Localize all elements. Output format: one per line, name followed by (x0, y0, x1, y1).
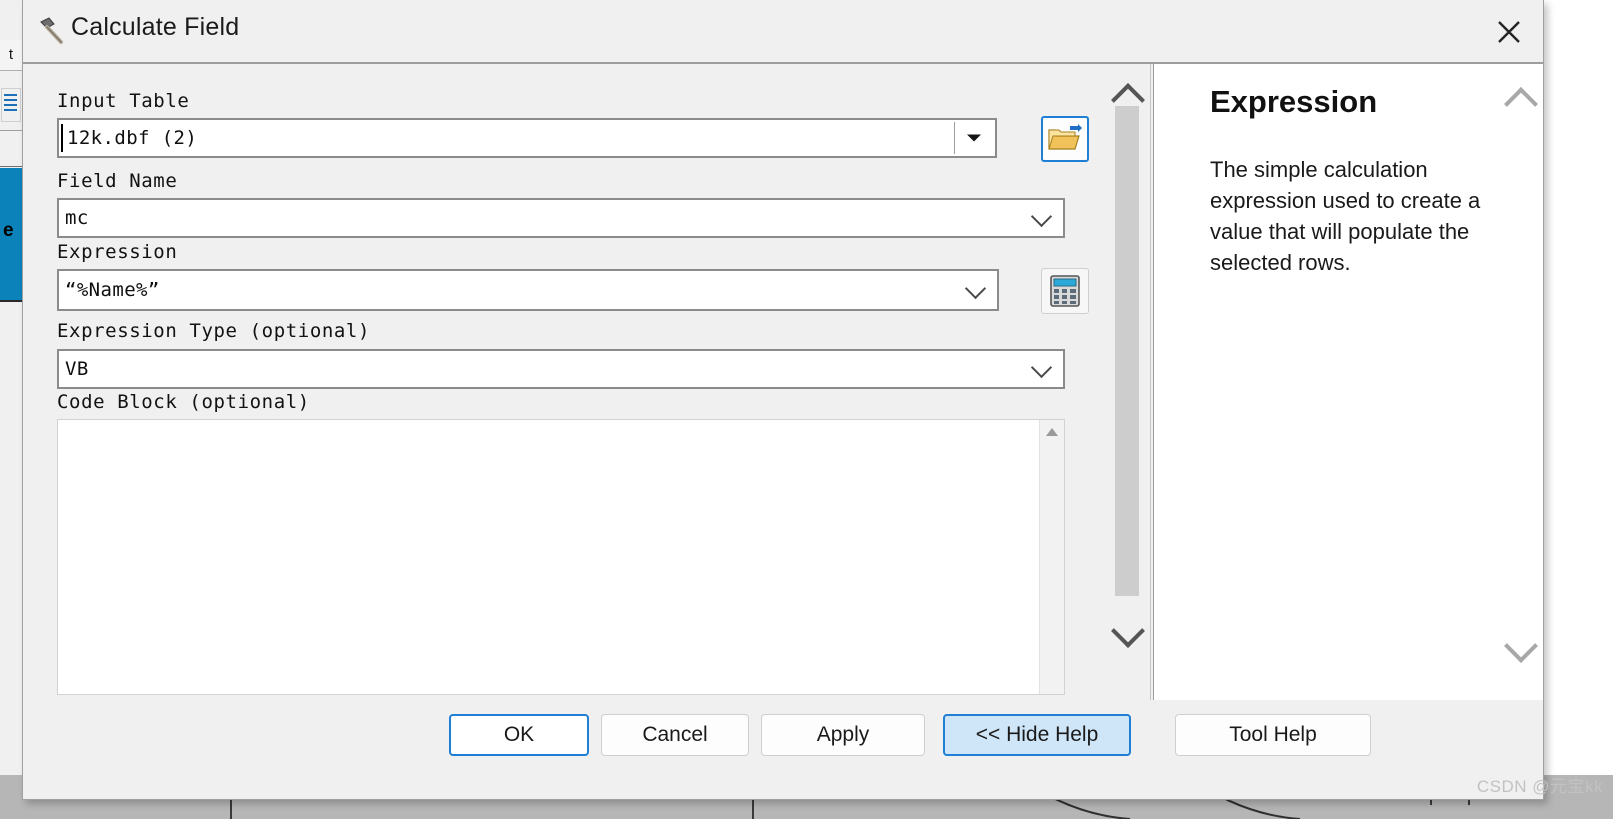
expression-type-value: VB (65, 358, 89, 380)
label-input-table: Input Table (57, 90, 190, 112)
label-code-block: Code Block (optional) (57, 391, 310, 413)
calculator-icon (1050, 275, 1080, 307)
background-selected-item[interactable]: e (0, 168, 22, 300)
parameters-scrollbar[interactable] (1104, 64, 1150, 700)
open-folder-icon (1048, 124, 1082, 150)
scroll-down-icon[interactable] (1504, 629, 1538, 663)
label-field-name: Field Name (57, 170, 178, 192)
parameters-pane: Input Table 12k.dbf (2) Field Name mc Ex… (23, 64, 1151, 700)
dialog-footer: OK Cancel Apply << Hide Help Tool Help (23, 700, 1543, 798)
document-icon (1, 88, 21, 122)
browse-input-table-button[interactable] (1041, 116, 1089, 162)
apply-button[interactable]: Apply (761, 714, 925, 756)
label-expression-type: Expression Type (optional) (57, 320, 371, 342)
label-expression: Expression (57, 241, 178, 263)
hide-help-button[interactable]: << Hide Help (943, 714, 1131, 756)
watermark: CSDN @元宝kk (1476, 777, 1603, 796)
background-left-panel: t e (0, 0, 24, 819)
code-block-scrollbar[interactable] (1039, 420, 1064, 694)
field-name-value: mc (65, 207, 89, 229)
close-icon[interactable] (1483, 6, 1535, 54)
help-text: The simple calculation expression used t… (1210, 157, 1481, 275)
scroll-down-icon[interactable] (1111, 614, 1145, 648)
scroll-up-icon[interactable] (1504, 87, 1538, 121)
scroll-up-icon[interactable] (1046, 428, 1058, 436)
input-table-value: 12k.dbf (2) (67, 127, 198, 149)
help-pane: Expression The simple calculation expres… (1153, 64, 1543, 700)
expression-builder-button[interactable] (1041, 268, 1089, 314)
chevron-down-icon[interactable] (1030, 205, 1053, 228)
expression-combobox[interactable]: “%Name%” (57, 269, 999, 311)
divider (0, 300, 22, 302)
tool-help-button[interactable]: Tool Help (1175, 714, 1371, 756)
scrollbar-thumb[interactable] (1115, 106, 1139, 596)
field-name-combobox[interactable]: mc (57, 198, 1065, 238)
input-table-combobox[interactable]: 12k.dbf (2) (57, 118, 997, 158)
screen: t e Calculate Field Input Table 12k.dbf … (0, 0, 1613, 819)
ok-button[interactable]: OK (449, 714, 589, 756)
code-block-textarea[interactable] (57, 419, 1065, 695)
chevron-down-icon[interactable] (964, 277, 987, 300)
dialog-titlebar: Calculate Field (23, 0, 1543, 64)
cancel-button[interactable]: Cancel (601, 714, 749, 756)
expression-type-combobox[interactable]: VB (57, 349, 1065, 389)
divider (0, 166, 22, 167)
text-caret (61, 124, 63, 152)
chevron-down-icon (967, 134, 981, 142)
background-selected-label: e (3, 220, 14, 241)
help-scrollbar[interactable] (1497, 64, 1543, 700)
background-tab[interactable]: t (0, 40, 22, 71)
dialog-body: Input Table 12k.dbf (2) Field Name mc Ex… (23, 64, 1543, 700)
divider (0, 130, 22, 131)
dropdown-arrow-button[interactable] (954, 122, 993, 154)
chevron-down-icon[interactable] (1030, 356, 1053, 379)
hammer-icon (35, 14, 69, 48)
dialog-title: Calculate Field (71, 13, 240, 41)
expression-value: “%Name%” (65, 279, 160, 301)
calculate-field-dialog: Calculate Field Input Table 12k.dbf (2) (22, 0, 1544, 800)
help-title: Expression (1210, 84, 1378, 119)
